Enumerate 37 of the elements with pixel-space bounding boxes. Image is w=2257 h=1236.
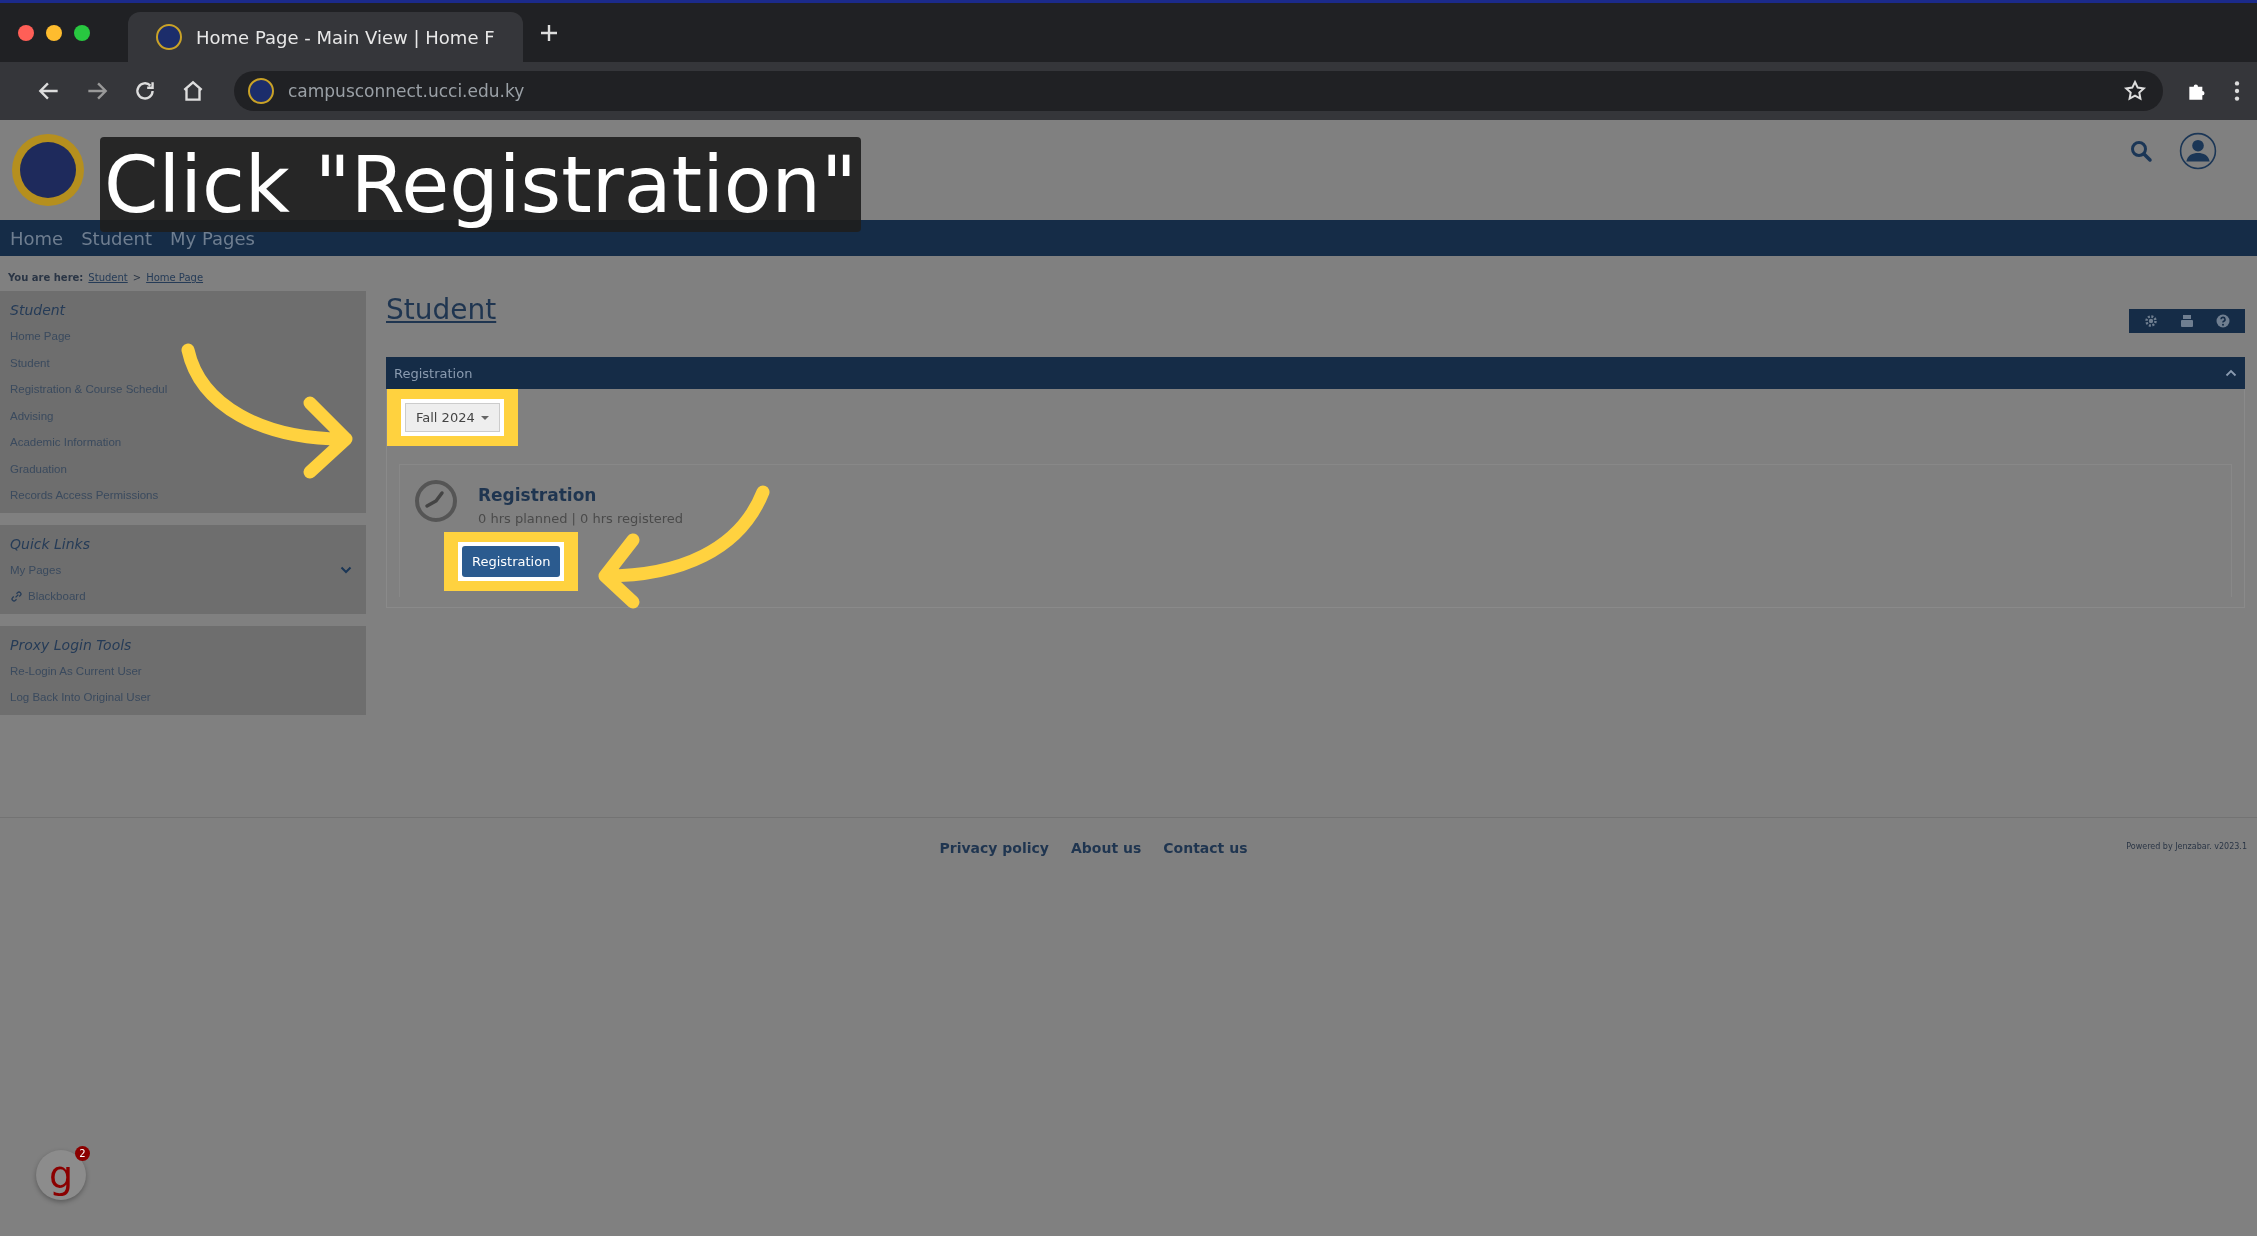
clock-icon: [414, 479, 458, 523]
settings-icon[interactable]: [2143, 313, 2159, 329]
breadcrumb-separator: >: [132, 272, 142, 283]
footer-link[interactable]: About us: [1071, 839, 1142, 856]
menu-icon[interactable]: [2233, 78, 2241, 104]
search-icon[interactable]: [2129, 139, 2153, 163]
chevron-up-icon[interactable]: [2225, 369, 2237, 377]
registration-button[interactable]: Registration: [462, 546, 561, 577]
close-window-button[interactable]: [18, 24, 34, 41]
panel-title: Registration: [394, 365, 473, 381]
link-icon: [11, 590, 22, 602]
maximize-window-button[interactable]: [74, 24, 90, 41]
browser-tab[interactable]: Home Page - Main View | Home F: [128, 12, 523, 62]
minimize-window-button[interactable]: [46, 24, 62, 41]
term-dropdown[interactable]: Fall 2024: [405, 403, 500, 432]
chevron-down-icon[interactable]: [340, 565, 352, 574]
nav-link[interactable]: Home: [10, 227, 64, 249]
breadcrumb-link[interactable]: Student: [88, 272, 128, 283]
sidebar-section-title: Student: [10, 301, 67, 320]
notification-badge: 2: [75, 1146, 90, 1161]
breadcrumb-label: You are here:: [8, 272, 84, 283]
page-title[interactable]: Student: [386, 293, 497, 326]
breadcrumb-link[interactable]: Home Page: [146, 272, 204, 283]
new-tab-icon[interactable]: [538, 22, 559, 43]
sidebar-section-title: Quick Links: [10, 534, 91, 554]
user-icon[interactable]: [2179, 132, 2217, 170]
help-icon[interactable]: [2215, 313, 2231, 329]
footer-link[interactable]: Contact us: [1163, 839, 1248, 856]
address-field[interactable]: campusconnect.ucci.edu.ky: [234, 71, 2163, 111]
footer-link[interactable]: Privacy policy: [939, 839, 1049, 856]
print-icon[interactable]: [2179, 313, 2195, 329]
instruction-caption: Click "Registration": [100, 137, 861, 232]
sidebar-section-title: Proxy Login Tools: [10, 635, 133, 655]
card-title: Registration: [478, 485, 598, 505]
caret-icon: [480, 415, 489, 420]
powered-by-text: Powered by Jenzabar. v2023.1: [2126, 841, 2247, 851]
bookmark-star-icon[interactable]: [2123, 79, 2147, 103]
